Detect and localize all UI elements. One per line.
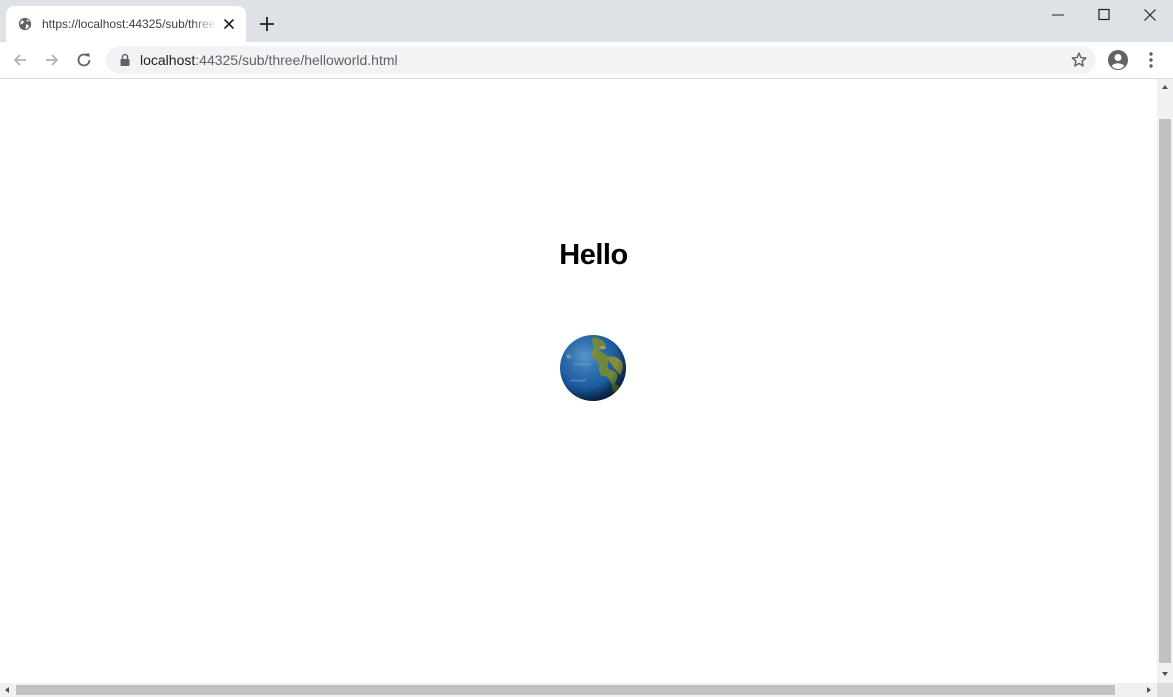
url-text[interactable]: localhost:44325/sub/three/helloworld.htm… [140, 52, 398, 68]
globe-icon [18, 17, 32, 31]
minimize-button[interactable] [1035, 0, 1081, 30]
profile-avatar-icon[interactable] [1107, 49, 1129, 71]
url-host: localhost [140, 52, 196, 68]
minimize-icon [1052, 14, 1064, 16]
scroll-right-arrow-icon[interactable] [1141, 683, 1157, 697]
close-icon [1144, 9, 1156, 21]
back-arrow-icon[interactable] [10, 50, 30, 70]
new-tab-icon[interactable] [258, 15, 276, 33]
close-tab-icon[interactable] [222, 17, 236, 31]
browser-window: https://localhost:44325/sub/three/hellow… [0, 0, 1173, 697]
scroll-up-arrow-icon[interactable] [1157, 79, 1173, 96]
reload-icon[interactable] [74, 50, 94, 70]
maximize-button[interactable] [1081, 0, 1127, 30]
address-bar[interactable]: localhost:44325/sub/three/helloworld.htm… [106, 46, 1096, 74]
vertical-scrollbar[interactable] [1157, 79, 1173, 683]
bookmark-star-icon[interactable] [1070, 51, 1088, 69]
url-path: :44325/sub/three/helloworld.html [195, 52, 398, 68]
maximize-icon [1098, 8, 1110, 21]
browser-toolbar: localhost:44325/sub/three/helloworld.htm… [0, 42, 1173, 79]
lock-icon[interactable] [119, 53, 131, 67]
earth-globe-image [560, 335, 626, 401]
scrollbar-corner [1157, 683, 1173, 697]
window-close-button[interactable] [1127, 0, 1173, 30]
forward-arrow-icon[interactable] [42, 50, 62, 70]
scroll-down-arrow-icon[interactable] [1157, 665, 1173, 682]
page-viewport: Hello [0, 79, 1157, 683]
horizontal-scrollbar-thumb[interactable] [16, 685, 1115, 695]
tab-active[interactable]: https://localhost:44325/sub/three/hellow… [6, 6, 246, 42]
tab-title: https://localhost:44325/sub/three/hellow… [42, 17, 218, 31]
page-heading: Hello [559, 239, 628, 271]
vertical-scrollbar-thumb[interactable] [1159, 119, 1171, 663]
tab-strip: https://localhost:44325/sub/three/hellow… [0, 0, 1173, 42]
scroll-left-arrow-icon[interactable] [0, 683, 14, 697]
horizontal-scrollbar[interactable] [0, 683, 1157, 697]
kebab-menu-icon[interactable] [1143, 50, 1159, 70]
